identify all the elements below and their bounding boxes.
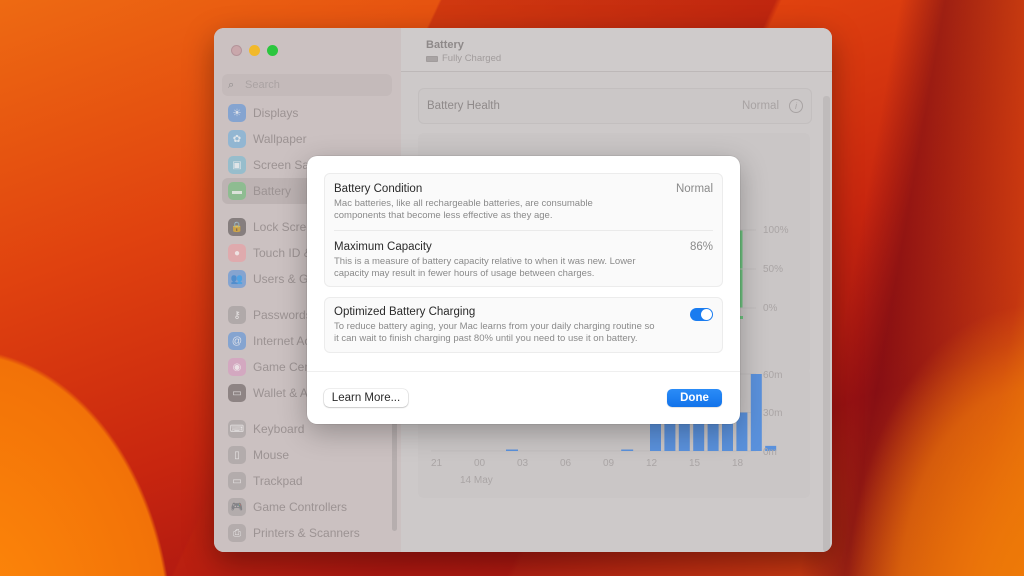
sidebar-item-mouse[interactable]: ▯ Mouse	[222, 442, 392, 468]
usage-xtick: 06	[560, 458, 572, 469]
optimized-charging-row: Optimized Battery Charging To reduce bat…	[334, 306, 713, 345]
usage-xtick: 03	[517, 458, 529, 469]
screen-saver-icon: ▣	[228, 156, 246, 174]
usage-ytick-30: 30m	[763, 408, 782, 419]
printers-scanners-icon: ⎙	[228, 524, 246, 542]
battery-condition-desc-line1: Mac batteries, like all rechargeable bat…	[334, 198, 593, 209]
group-divider	[334, 230, 713, 231]
learn-more-button[interactable]: Learn More...	[324, 389, 408, 407]
optimized-desc-line1: To reduce battery aging, your Mac learns…	[334, 321, 655, 332]
optimized-charging-group: Optimized Battery Charging To reduce bat…	[324, 297, 723, 353]
battery-condition-description: Mac batteries, like all rechargeable bat…	[334, 198, 713, 222]
maximum-capacity-value: 86%	[689, 241, 713, 253]
level-ytick-50: 50%	[763, 264, 783, 275]
minimize-button[interactable]	[249, 45, 260, 56]
optimized-charging-toggle[interactable]	[690, 308, 713, 321]
battery-condition-desc-line2: components that become less effective as…	[334, 210, 553, 221]
optimized-charging-description: To reduce battery aging, your Mac learns…	[334, 321, 713, 345]
usage-xtick: 12	[646, 458, 658, 469]
usage-bar	[506, 449, 518, 451]
usage-ytick-0: 0m	[763, 447, 777, 458]
displays-icon: ☀	[228, 104, 246, 122]
optimized-desc-line2: it can wait to finish charging past 80% …	[334, 333, 638, 344]
battery-condition-title: Battery Condition	[334, 183, 423, 195]
maximum-capacity-title: Maximum Capacity	[334, 241, 432, 253]
usage-xtick: 09	[603, 458, 615, 469]
wallet-icon: ▭	[228, 384, 246, 402]
sidebar-item-label: Game Controllers	[253, 500, 348, 514]
sidebar-item-label: Passwords	[253, 308, 312, 322]
mouse-icon: ▯	[228, 446, 246, 464]
passwords-icon: ⚷	[228, 306, 246, 324]
maximum-capacity-desc-line2: capacity may result in fewer hours of us…	[334, 268, 595, 279]
toggle-knob	[701, 309, 712, 320]
battery-condition-value: Normal	[675, 183, 713, 195]
done-button[interactable]: Done	[667, 389, 722, 407]
search-field[interactable]: ⌕	[222, 74, 392, 96]
sidebar-item-label: Displays	[253, 106, 299, 120]
sidebar-item-wallpaper[interactable]: ✿ Wallpaper	[222, 126, 392, 152]
sidebar-item-label: Keyboard	[253, 422, 305, 436]
trackpad-icon: ▭	[228, 472, 246, 490]
usage-xtick: 00	[474, 458, 486, 469]
sidebar-item-printers-scanners[interactable]: ⎙ Printers & Scanners	[222, 520, 392, 546]
level-ytick-100: 100%	[763, 225, 789, 236]
sidebar-item-trackpad[interactable]: ▭ Trackpad	[222, 468, 392, 494]
search-icon: ⌕	[228, 78, 235, 91]
sidebar-item-label: Battery	[253, 184, 292, 198]
dialog-footer-divider	[307, 371, 740, 372]
wallpaper-icon: ✿	[228, 130, 246, 148]
sidebar-item-label: Printers & Scanners	[253, 526, 360, 540]
battery-health-dialog: Battery Condition Normal Mac batteries, …	[307, 156, 740, 424]
sidebar-item-label: Wallpaper	[253, 132, 307, 146]
sidebar-item-label: Trackpad	[253, 474, 303, 488]
usage-ytick-60: 60m	[763, 370, 782, 381]
main-scrollbar[interactable]	[823, 96, 830, 552]
usage-xtick: 18	[732, 458, 744, 469]
internet-accounts-icon: @	[228, 332, 246, 350]
game-controllers-icon: 🎮	[228, 498, 246, 516]
battery-info-group: Battery Condition Normal Mac batteries, …	[324, 173, 723, 287]
usage-bar	[750, 374, 762, 451]
sidebar-item-displays[interactable]: ☀ Displays	[222, 100, 392, 126]
level-ytick-0: 0%	[763, 303, 778, 314]
maximum-capacity-desc-line1: This is a measure of battery capacity re…	[334, 256, 636, 267]
game-center-icon: ◉	[228, 358, 246, 376]
touch-id-icon: ●	[228, 244, 246, 262]
battery-icon: ▬	[228, 182, 246, 200]
sidebar-item-game-controllers[interactable]: 🎮 Game Controllers	[222, 494, 392, 520]
search-input[interactable]	[245, 79, 385, 91]
battery-condition-row: Battery Condition Normal Mac batteries, …	[334, 183, 713, 222]
usage-xtick: 15	[689, 458, 701, 469]
users-groups-icon: 👥	[228, 270, 246, 288]
maximum-capacity-description: This is a measure of battery capacity re…	[334, 256, 713, 280]
optimized-charging-title: Optimized Battery Charging	[334, 306, 476, 318]
maximize-button[interactable]	[267, 45, 278, 56]
maximum-capacity-row: Maximum Capacity 86% This is a measure o…	[334, 241, 713, 280]
lock-screen-icon: 🔒	[228, 218, 246, 236]
traffic-lights	[231, 45, 278, 56]
usage-date-label: 14 May	[460, 475, 493, 486]
sidebar-item-label: Mouse	[253, 448, 290, 462]
keyboard-icon: ⌨	[228, 420, 246, 438]
usage-xtick: 21	[431, 458, 443, 469]
usage-bar	[621, 449, 634, 451]
close-button[interactable]	[231, 45, 242, 56]
